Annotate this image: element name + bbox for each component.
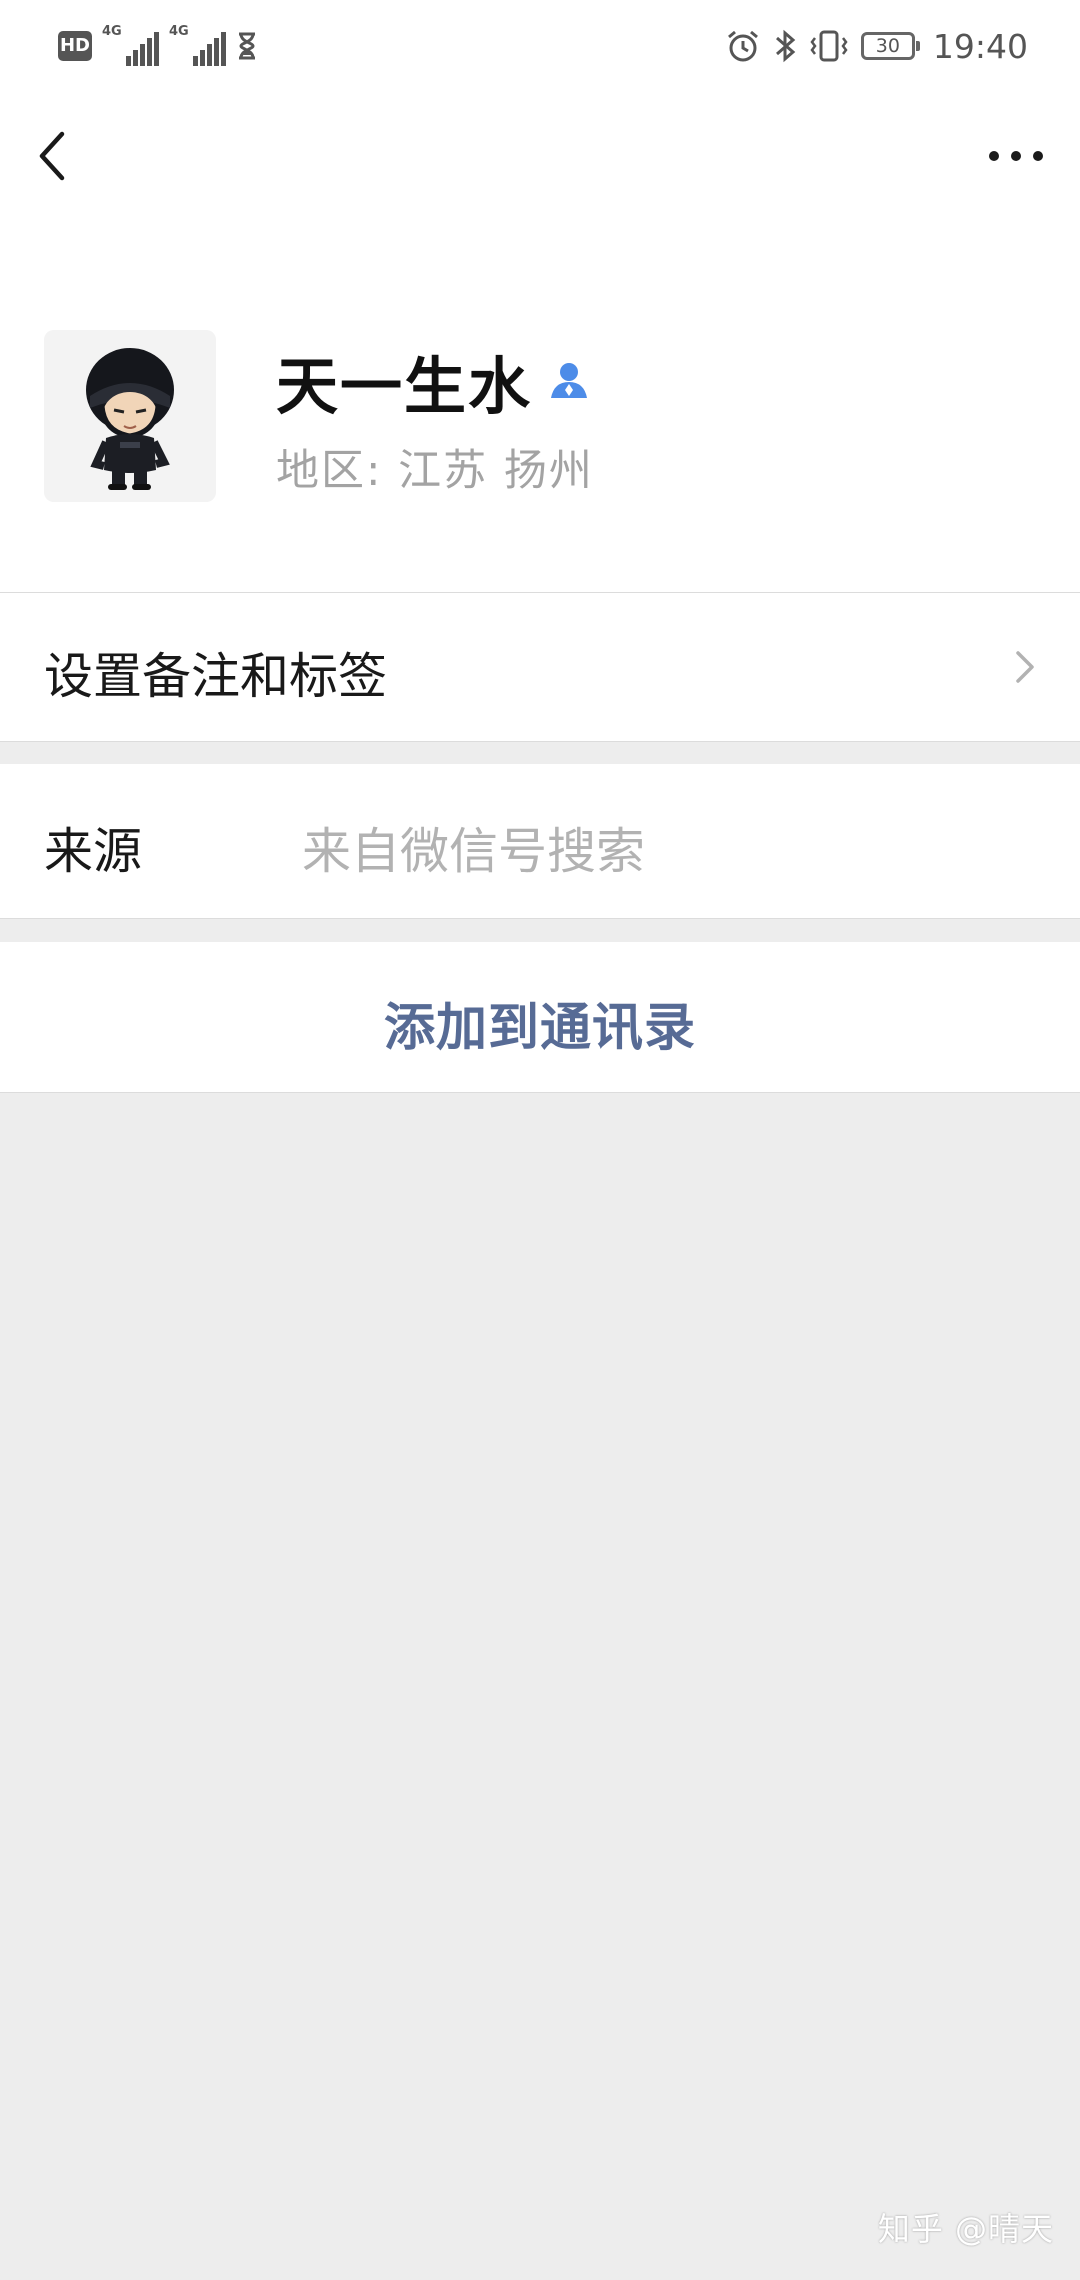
- more-horizontal-icon: [989, 151, 1043, 161]
- chevron-left-icon: [39, 131, 65, 181]
- avatar-image: [44, 330, 216, 502]
- status-time: 19:40: [932, 26, 1028, 66]
- hd-badge: HD: [58, 31, 92, 61]
- add-to-contacts-button[interactable]: 添加到通讯录: [0, 942, 1080, 1092]
- nav-bar: [0, 92, 1080, 222]
- signal-4g-icon-2: 4G: [169, 24, 226, 66]
- watermark: 知乎 @晴天: [877, 2210, 1054, 2248]
- status-bar: HD 4G 4G 30 19:40: [0, 0, 1080, 92]
- set-remark-label: 设置备注和标签: [44, 648, 388, 705]
- profile-header: 天一生水 地区: 江苏 扬州: [0, 222, 1080, 592]
- signal-4g-icon: 4G: [102, 24, 159, 66]
- divider: [0, 741, 1080, 742]
- set-remark-and-tag-row[interactable]: 设置备注和标签: [0, 593, 1080, 741]
- hourglass-icon: [239, 32, 255, 60]
- chevron-right-icon: [1016, 651, 1034, 683]
- source-row: 来源 来自微信号搜索: [0, 764, 1080, 918]
- contact-person-icon: [551, 363, 588, 398]
- status-right: 30 19:40: [725, 24, 1028, 68]
- battery-icon: 30: [860, 32, 920, 60]
- status-left: HD 4G 4G: [58, 24, 258, 68]
- add-to-contacts-label: 添加到通讯录: [383, 999, 696, 1058]
- source-value: 来自微信号搜索: [302, 823, 646, 880]
- alarm-icon: [727, 30, 758, 62]
- back-button[interactable]: [28, 116, 88, 186]
- more-button[interactable]: [982, 122, 1052, 182]
- nickname: 天一生水: [276, 350, 533, 423]
- nickname-row: 天一生水: [276, 336, 592, 426]
- region-text: 地区: 江苏 扬州: [276, 446, 594, 496]
- avatar[interactable]: [44, 330, 216, 502]
- divider: [0, 1092, 1080, 1093]
- network-label: 4G: [102, 24, 122, 39]
- network-label-2: 4G: [169, 24, 189, 39]
- divider: [0, 918, 1080, 919]
- vibrate-icon: [810, 30, 848, 62]
- contact-profile-screen: HD 4G 4G 30 19:40 天一生水 地区: 江苏 扬州 设置备注和标签…: [0, 0, 1080, 2280]
- source-label: 来源: [44, 823, 143, 880]
- bluetooth-icon: [775, 29, 796, 63]
